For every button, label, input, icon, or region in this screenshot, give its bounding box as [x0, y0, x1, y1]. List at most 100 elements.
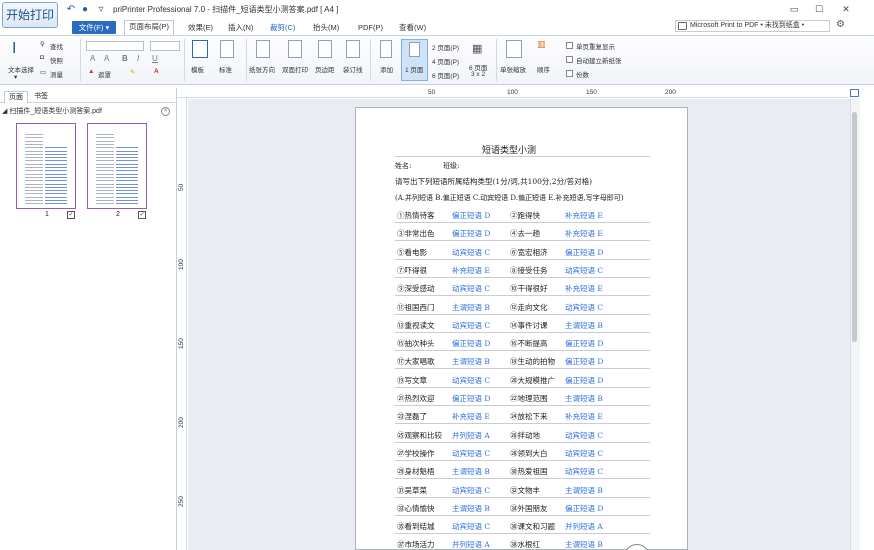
thumbnail-line — [96, 150, 114, 152]
answer-right: 偏正短语 D — [565, 376, 604, 385]
binding-button[interactable]: 装订线 — [343, 64, 363, 74]
answer-left: 动宾短语 C — [452, 321, 491, 330]
highlight-color-icon[interactable]: ✎ — [130, 68, 135, 76]
six-pages-button[interactable]: 6 页面(P) — [432, 70, 459, 80]
start-print-button[interactable]: 开始打印 — [2, 2, 58, 28]
answer-left: 动宾短语 C — [452, 284, 491, 293]
tab-crop[interactable]: 裁剪(C) — [270, 21, 295, 34]
tab-page-layout[interactable]: 页面布局(P) — [124, 20, 174, 35]
tab-pages[interactable]: 页面 — [4, 91, 28, 103]
rule-line — [395, 156, 650, 157]
close-icon[interactable]: × — [161, 107, 170, 116]
thumbnail-line — [96, 134, 114, 135]
single-repeat-checkbox[interactable] — [566, 42, 573, 49]
file-row[interactable]: ◢ 扫描件_短语类型小测答案.pdf — [2, 106, 174, 118]
printer-select[interactable]: Microsoft Print to PDF • 未找到纸盒 • — [675, 20, 830, 32]
rule-line — [395, 497, 650, 498]
font-size-combo[interactable] — [150, 41, 180, 51]
maximize-button[interactable]: ☐ — [810, 2, 828, 16]
answer-left: 主谓短语 B — [452, 303, 490, 312]
rule-line — [395, 533, 650, 534]
tab-header[interactable]: 抬头(M) — [313, 21, 339, 34]
rule-line — [395, 350, 650, 351]
template-button[interactable]: 模板 — [191, 64, 204, 74]
chevron-down-icon[interactable]: ▾ — [14, 73, 17, 81]
auto-new-sheet-checkbox[interactable] — [566, 56, 573, 63]
save-icon[interactable]: ● — [78, 3, 92, 17]
thumbnail-line — [96, 160, 114, 162]
close-button[interactable]: ✕ — [837, 2, 855, 16]
margins-button[interactable]: 页边距 — [315, 64, 335, 74]
undo-icon[interactable]: ↶ — [64, 3, 78, 17]
answer-right: 补充短语 E — [565, 229, 603, 238]
phrase-left: ⑨深受感动 — [397, 284, 435, 293]
thumbnail-line — [96, 193, 114, 195]
answer-right: 动宾短语 C — [565, 431, 604, 440]
thumbnail-line — [96, 140, 114, 142]
thumbnail-line — [96, 203, 114, 205]
thumbnail-line — [116, 196, 138, 198]
text-select-label[interactable]: 文本选择 — [8, 64, 34, 74]
panel-toggle-icon[interactable] — [850, 89, 859, 97]
tab-view[interactable]: 查看(W) — [399, 21, 426, 34]
file-menu-button[interactable]: 文件(F) ▾ — [72, 21, 116, 34]
phrase-left: ⑦吓得很 — [397, 266, 427, 275]
thumbnail-line — [96, 176, 114, 178]
legend-text: (A.并列短语 B.偏正短语 C.动宾短语 D.偏正短语 E.补充短语,写字母即… — [395, 194, 624, 202]
gear-icon[interactable]: ⚙ — [836, 19, 845, 30]
copies-checkbox[interactable] — [566, 70, 573, 77]
paper-direction-button[interactable]: 纸张方向 — [249, 64, 275, 74]
answer-left: 并列短语 A — [452, 431, 490, 440]
phrase-right: ⑳大规模推广 — [510, 376, 555, 385]
quick-access-dropdown-icon[interactable]: ▿ — [94, 3, 108, 17]
tab-effects[interactable]: 效果(E) — [188, 21, 213, 34]
rule-line — [395, 314, 650, 315]
mask-icon: ▲ — [88, 68, 95, 75]
phrase-right: ㉞外国朋友 — [510, 504, 548, 513]
thumbnail-number: 2 — [116, 211, 120, 218]
window-title: priPrinter Professional 7.0 - 扫描件_短语类型小测… — [113, 5, 339, 14]
add-button[interactable]: 添加 — [380, 64, 393, 74]
bold-icon[interactable]: B — [122, 54, 128, 63]
measure-button[interactable]: 测量 — [50, 69, 63, 79]
four-pages-button[interactable]: 4 页面(P) — [432, 56, 459, 66]
tab-bookmarks[interactable]: 书签 — [30, 91, 52, 103]
tab-pdf[interactable]: PDF(P) — [358, 21, 383, 34]
duplex-button[interactable]: 双面打印 — [282, 64, 308, 74]
font-name-combo[interactable] — [86, 41, 144, 51]
mask-button[interactable]: 遮罩 — [98, 69, 111, 79]
two-pages-button[interactable]: 2 页面(P) — [432, 42, 459, 52]
standard-button[interactable]: 标准 — [219, 64, 232, 74]
italic-icon[interactable]: I — [137, 54, 139, 63]
quick-snapshot-button[interactable]: 快照 — [50, 55, 63, 65]
thumbnail-checkbox[interactable]: ✓ — [67, 211, 75, 219]
order-button[interactable]: 顺序 — [537, 64, 550, 74]
thumbnail-line — [96, 200, 114, 201]
class-label: 班级: — [443, 162, 460, 170]
thumbnail-line — [25, 170, 43, 172]
thumbnail-checkbox[interactable]: ✓ — [138, 211, 146, 219]
phrase-left: ⑬重视读文 — [397, 321, 435, 330]
page-thumbnail-1[interactable] — [16, 123, 76, 209]
underline-icon[interactable]: U — [152, 54, 158, 63]
ruler-label: 200 — [178, 417, 185, 428]
thumbnail-line — [25, 157, 43, 159]
scrollbar-thumb[interactable] — [852, 112, 857, 342]
phrase-left: ⑤看电影 — [397, 248, 427, 257]
page-thumbnail-2[interactable] — [87, 123, 147, 209]
ruler-label: 150 — [178, 338, 185, 349]
rule-line — [395, 478, 650, 479]
answer-left: 偏正短语 D — [452, 211, 491, 220]
font-shrink-icon[interactable]: A — [104, 54, 109, 63]
find-button[interactable]: 查找 — [50, 41, 63, 51]
minimize-button[interactable]: ▭ — [785, 2, 803, 16]
single-zoom-button[interactable]: 单张缩放 — [500, 64, 526, 74]
font-color-icon[interactable]: A — [154, 68, 159, 75]
grid-size-label[interactable]: 3 x 2 — [471, 71, 485, 78]
vertical-ruler — [177, 98, 187, 550]
thumbnail-line — [116, 190, 138, 192]
rule-line — [395, 405, 650, 406]
phrase-right: ⑱生动的拍物 — [510, 357, 555, 366]
tab-insert[interactable]: 插入(N) — [228, 21, 253, 34]
font-grow-icon[interactable]: A — [90, 54, 95, 63]
